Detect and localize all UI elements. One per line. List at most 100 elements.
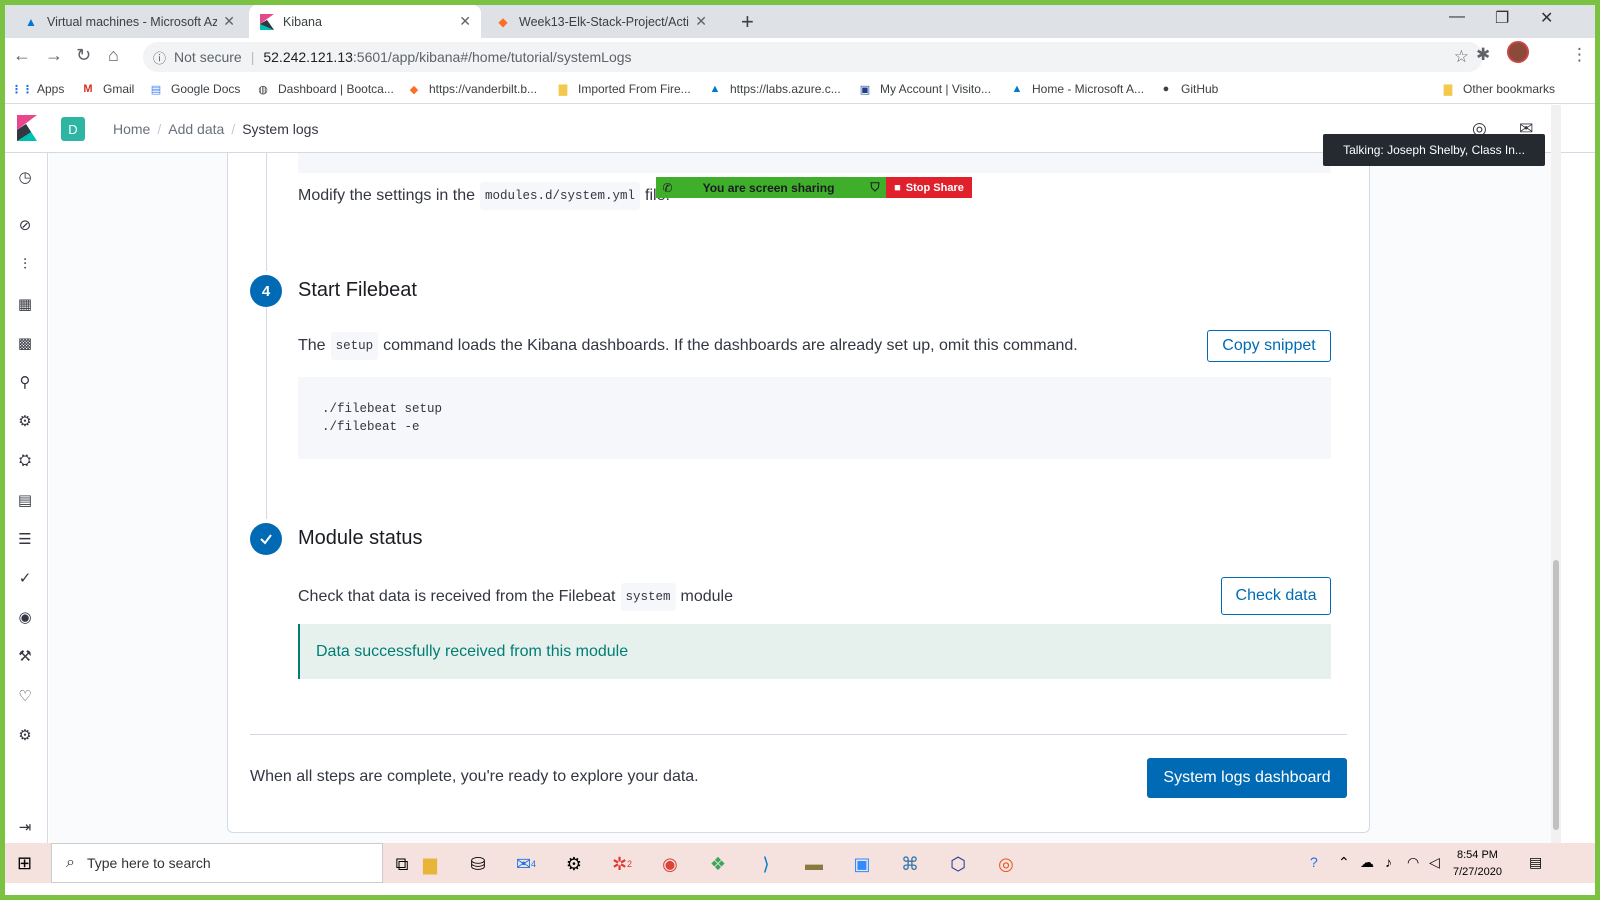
search-icon: ⌕ — [66, 854, 75, 871]
logs-icon[interactable]: ▤ — [15, 490, 35, 510]
text: module — [680, 588, 733, 605]
bookmark-gmail[interactable]: M Gmail — [81, 82, 134, 96]
sharing-label: You are screen sharing — [702, 180, 835, 195]
close-window-icon[interactable]: ✕ — [1540, 8, 1553, 28]
file-explorer-icon[interactable]: ▆ — [417, 851, 443, 877]
badge-count: 4 — [531, 859, 537, 869]
phone-icon: ✆ — [662, 180, 673, 195]
text: command loads the Kibana dashboards. If … — [383, 337, 1078, 354]
minimize-icon[interactable]: — — [1449, 8, 1465, 26]
terminal-icon[interactable]: ▬ — [801, 851, 827, 877]
main-content: Modify the settings in the modules.d/sys… — [49, 153, 1551, 843]
profile-avatar[interactable] — [1507, 41, 1529, 63]
discover-compass-icon[interactable]: ⊘ — [15, 215, 35, 235]
tab-gitlab[interactable]: ◆ Week13-Elk-Stack-Project/Activit ✕ — [485, 5, 717, 38]
virtualbox-icon[interactable]: ⬡ — [945, 851, 971, 877]
forward-icon[interactable]: → — [45, 45, 63, 66]
bookmark-dashboard[interactable]: ◍ Dashboard | Bootca... — [256, 82, 394, 96]
ubuntu-icon[interactable]: ◎ — [993, 851, 1019, 877]
store-icon[interactable]: ⛁ — [465, 851, 491, 877]
volume-icon[interactable]: ◁ — [1429, 854, 1440, 871]
wifi-icon[interactable]: ◠ — [1407, 854, 1419, 871]
bookmark-my-account[interactable]: ▣ My Account | Visito... — [858, 82, 991, 96]
microphone-icon[interactable]: ♪ — [1385, 854, 1392, 870]
docs-icon: ▤ — [150, 83, 162, 96]
breadcrumb-home[interactable]: Home — [113, 121, 150, 137]
uptime-icon[interactable]: ✓ — [15, 568, 35, 588]
close-icon[interactable]: ✕ — [459, 13, 471, 30]
settings-gear-icon[interactable]: ⚙ — [561, 851, 587, 877]
close-icon[interactable]: ✕ — [223, 13, 235, 30]
back-icon[interactable]: ← — [13, 45, 31, 66]
management-gear-icon[interactable]: ⚙ — [15, 725, 35, 745]
vs-icon: ▣ — [859, 83, 871, 96]
stop-share-button[interactable]: ■ Stop Share — [886, 177, 972, 198]
chevron-up-icon[interactable]: ⌃ — [1338, 854, 1350, 871]
bookmark-other[interactable]: ▇ Other bookmarks — [1441, 82, 1555, 96]
breadcrumb-separator: / — [157, 121, 162, 137]
check-data-button[interactable]: Check data — [1221, 577, 1331, 615]
bookmark-vanderbilt[interactable]: ◆ https://vanderbilt.b... — [407, 82, 537, 96]
taskbar-search-input[interactable]: ⌕ Type here to search — [51, 843, 383, 883]
screen-sharing-banner[interactable]: ✆ You are screen sharing ⛉ — [656, 177, 886, 198]
vscode-icon[interactable]: ⟩ — [753, 851, 779, 877]
infrastructure-icon[interactable]: ⛭ — [15, 450, 35, 470]
check-icon — [260, 534, 272, 545]
bookmark-labs-azure[interactable]: ▲ https://labs.azure.c... — [708, 82, 841, 96]
kibana-logo[interactable] — [13, 115, 39, 141]
windows-start-icon[interactable]: ⊞ — [17, 853, 32, 874]
canvas-icon[interactable]: ▩ — [15, 333, 35, 353]
url-host: 52.242.121.13 — [263, 49, 353, 65]
dashboard-icon[interactable]: ▦ — [15, 294, 35, 314]
visualize-icon[interactable]: ⫶ — [15, 254, 35, 274]
bookmark-label: https://labs.azure.c... — [730, 82, 841, 96]
apm-icon[interactable]: ☰ — [15, 529, 35, 549]
code-block[interactable]: ./filebeat setup ./filebeat -e — [298, 377, 1331, 459]
scrollbar-thumb[interactable] — [1553, 560, 1559, 830]
collapse-nav-icon[interactable]: ⇥ — [15, 817, 35, 837]
dev-tools-icon[interactable]: ⚒ — [15, 646, 35, 666]
copy-snippet-button[interactable]: Copy snippet — [1207, 330, 1331, 362]
breadcrumb-add-data[interactable]: Add data — [168, 121, 224, 137]
tab-azure-vms[interactable]: ▲ Virtual machines - Microsoft Azu ✕ — [13, 5, 245, 38]
maps-icon[interactable]: ⚲ — [15, 372, 35, 392]
bookmark-imported[interactable]: ▇ Imported From Fire... — [556, 82, 691, 96]
bookmark-star-icon[interactable]: ☆ — [1454, 47, 1469, 67]
python-icon[interactable]: ⌘ — [897, 851, 923, 877]
ml-icon[interactable]: ⚙ — [15, 411, 35, 431]
extensions-icon[interactable]: ✱ — [1476, 45, 1490, 65]
gmail-icon: M — [83, 83, 93, 95]
slack-icon[interactable]: ✲ 2 — [609, 851, 635, 877]
help-circle-icon[interactable]: ? — [1310, 854, 1318, 870]
menu-icon[interactable]: ⋮ — [1571, 45, 1588, 65]
reload-icon[interactable]: ↻ — [76, 45, 91, 66]
bookmark-google-docs[interactable]: ▤ Google Docs — [149, 82, 241, 96]
system-logs-dashboard-button[interactable]: System logs dashboard — [1147, 758, 1347, 798]
home-icon[interactable]: ⌂ — [108, 45, 119, 66]
gitkraken-icon[interactable]: ❖ — [705, 851, 731, 877]
recent-clock-icon[interactable]: ◷ — [15, 167, 35, 187]
task-view-icon[interactable]: ⧉ — [389, 851, 415, 877]
bookmark-label: Dashboard | Bootca... — [278, 82, 394, 96]
info-icon[interactable]: ⓘ — [153, 48, 166, 67]
mail-app-icon[interactable]: ✉ 4 — [513, 851, 539, 877]
cloud-icon[interactable]: ☁ — [1360, 854, 1374, 871]
tab-kibana[interactable]: Kibana ✕ — [249, 5, 481, 38]
space-avatar[interactable]: D — [61, 117, 85, 141]
success-callout: Data successfully received from this mod… — [298, 624, 1331, 679]
bookmark-github[interactable]: ● GitHub — [1159, 82, 1219, 96]
bookmark-home-azure[interactable]: ▲ Home - Microsoft A... — [1010, 82, 1144, 96]
new-tab-button[interactable]: + — [741, 9, 754, 35]
siem-icon[interactable]: ◉ — [15, 607, 35, 627]
bookmark-apps[interactable]: ⋮⋮ Apps — [11, 82, 64, 96]
notifications-icon[interactable]: ▤ — [1529, 854, 1542, 871]
zoom-icon[interactable]: ▣ — [849, 851, 875, 877]
module-status-title: Module status — [298, 527, 423, 549]
bookmark-label: GitHub — [1181, 82, 1219, 96]
close-icon[interactable]: ✕ — [695, 13, 707, 30]
system-clock[interactable]: 8:54 PM 7/27/2020 — [1453, 847, 1502, 881]
monitoring-icon[interactable]: ♡ — [15, 686, 35, 706]
restore-icon[interactable]: ❐ — [1495, 8, 1509, 28]
chrome-icon[interactable]: ◉ — [657, 851, 683, 877]
address-bar[interactable]: ⓘ Not secure | 52.242.121.13 :5601/app/k… — [143, 42, 1483, 72]
